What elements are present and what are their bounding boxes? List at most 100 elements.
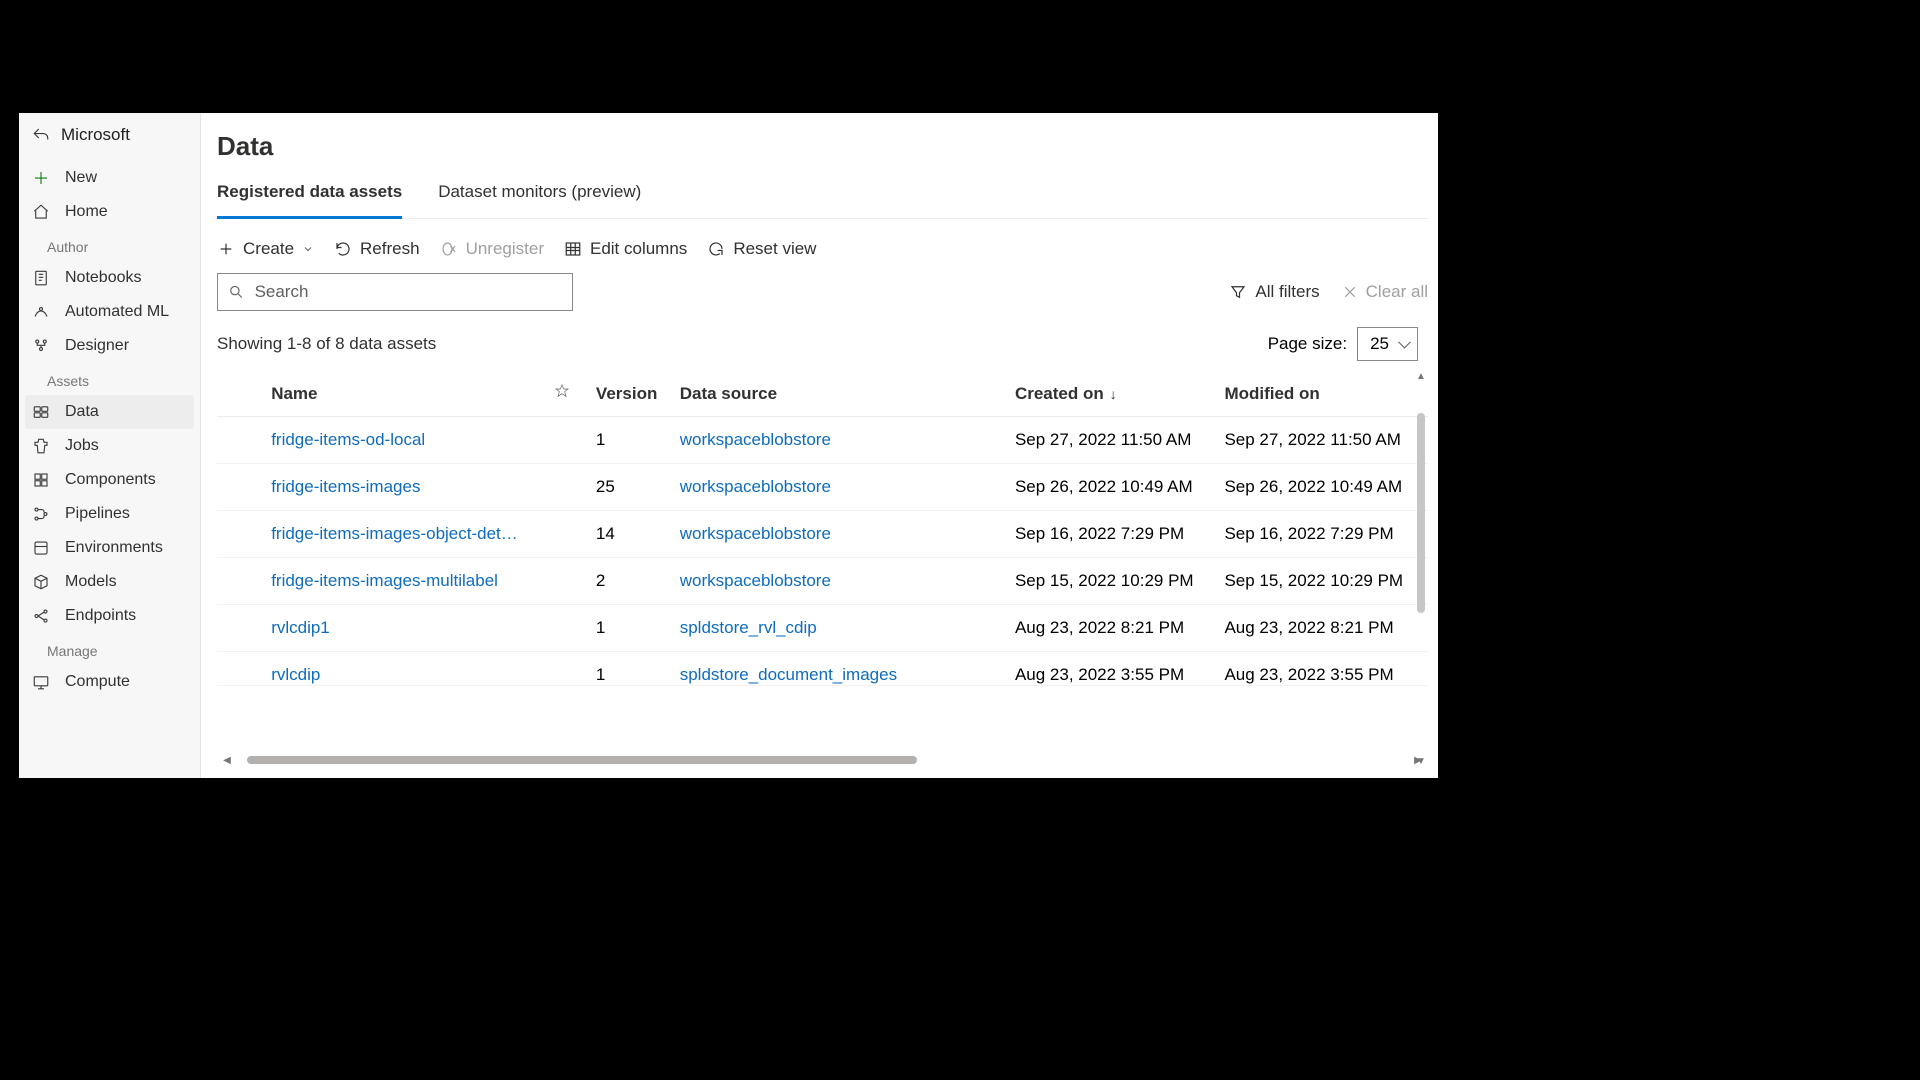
- filters-row: All filters Clear all: [217, 273, 1428, 311]
- clear-all-button[interactable]: Clear all: [1342, 282, 1428, 302]
- cell-favorite[interactable]: [548, 417, 590, 464]
- table-row[interactable]: fridge-items-images-multilabel2workspace…: [217, 558, 1428, 605]
- search-box[interactable]: [217, 273, 573, 311]
- toolbar-label: Reset view: [733, 239, 816, 259]
- row-checkbox[interactable]: [217, 511, 265, 558]
- page-size-control: Page size: 25: [1268, 327, 1418, 361]
- search-input[interactable]: [255, 282, 562, 302]
- cell-favorite[interactable]: [548, 652, 590, 686]
- close-icon: [1342, 284, 1358, 300]
- all-filters-button[interactable]: All filters: [1229, 282, 1319, 302]
- asset-name-link[interactable]: rvlcdip: [271, 665, 320, 684]
- data-source-link[interactable]: spldstore_document_images: [680, 665, 897, 684]
- back-icon: [31, 125, 51, 145]
- page-size-select[interactable]: 25: [1357, 327, 1418, 361]
- tab-bar: Registered data assets Dataset monitors …: [217, 172, 1428, 219]
- sidebar-item-label: Home: [65, 203, 108, 221]
- sidebar-item-compute[interactable]: Compute: [19, 665, 200, 699]
- asset-name-link[interactable]: fridge-items-images-object-det…: [271, 524, 518, 543]
- cell-modified-on: Aug 23, 2022 3:55 PM: [1218, 652, 1428, 686]
- sidebar-item-jobs[interactable]: Jobs: [19, 429, 200, 463]
- data-icon: [31, 402, 51, 422]
- row-checkbox[interactable]: [217, 417, 265, 464]
- table-row[interactable]: fridge-items-images-object-det…14workspa…: [217, 511, 1428, 558]
- sidebar-item-new[interactable]: New: [19, 161, 200, 195]
- row-checkbox[interactable]: [217, 464, 265, 511]
- row-checkbox[interactable]: [217, 605, 265, 652]
- edit-columns-button[interactable]: Edit columns: [564, 239, 687, 259]
- unregister-button[interactable]: Unregister: [440, 239, 544, 259]
- sidebar-item-notebooks[interactable]: Notebooks: [19, 261, 200, 295]
- scrollbar-thumb[interactable]: [1417, 413, 1425, 613]
- star-icon: [554, 383, 570, 399]
- sidebar-item-components[interactable]: Components: [19, 463, 200, 497]
- col-favorite[interactable]: [548, 371, 590, 417]
- col-created-on[interactable]: Created on↓: [1009, 371, 1219, 417]
- cell-modified-on: Sep 16, 2022 7:29 PM: [1218, 511, 1428, 558]
- sidebar-item-endpoints[interactable]: Endpoints: [19, 599, 200, 633]
- sidebar-item-label: Designer: [65, 337, 129, 355]
- cell-name: rvlcdip: [265, 652, 548, 686]
- row-checkbox[interactable]: [217, 558, 265, 605]
- automl-icon: [31, 302, 51, 322]
- home-icon: [31, 202, 51, 222]
- asset-name-link[interactable]: fridge-items-images: [271, 477, 420, 496]
- sidebar-item-data[interactable]: Data: [25, 395, 194, 429]
- refresh-button[interactable]: Refresh: [334, 239, 420, 259]
- data-source-link[interactable]: workspaceblobstore: [680, 524, 831, 543]
- cell-favorite[interactable]: [548, 511, 590, 558]
- cell-version: 1: [590, 605, 674, 652]
- cell-created-on: Sep 15, 2022 10:29 PM: [1009, 558, 1219, 605]
- vertical-scrollbar[interactable]: ▲ ▼: [1414, 371, 1428, 768]
- data-source-link[interactable]: workspaceblobstore: [680, 477, 831, 496]
- asset-name-link[interactable]: fridge-items-od-local: [271, 430, 425, 449]
- table-row[interactable]: rvlcdip11spldstore_rvl_cdipAug 23, 2022 …: [217, 605, 1428, 652]
- scroll-right-icon[interactable]: ▶: [1412, 754, 1424, 766]
- col-modified-on[interactable]: Modified on: [1218, 371, 1428, 417]
- tab-registered-data-assets[interactable]: Registered data assets: [217, 172, 402, 219]
- workspace-switcher[interactable]: Microsoft: [19, 113, 200, 161]
- cell-name: fridge-items-images: [265, 464, 548, 511]
- scrollbar-thumb[interactable]: [247, 756, 917, 764]
- compute-icon: [31, 672, 51, 692]
- col-checkbox[interactable]: [217, 371, 265, 417]
- cell-created-on: Sep 16, 2022 7:29 PM: [1009, 511, 1219, 558]
- sidebar-item-pipelines[interactable]: Pipelines: [19, 497, 200, 531]
- col-version[interactable]: Version: [590, 371, 674, 417]
- reset-view-button[interactable]: Reset view: [707, 239, 816, 259]
- scroll-left-icon[interactable]: ◀: [221, 754, 233, 766]
- col-data-source[interactable]: Data source: [674, 371, 1009, 417]
- sidebar-item-label: Pipelines: [65, 505, 130, 523]
- sidebar-item-label: Compute: [65, 673, 130, 691]
- asset-name-link[interactable]: rvlcdip1: [271, 618, 330, 637]
- sidebar-item-automated-ml[interactable]: Automated ML: [19, 295, 200, 329]
- toolbar: Create Refresh Unregister Edit columns R…: [217, 229, 1428, 273]
- data-source-link[interactable]: workspaceblobstore: [680, 571, 831, 590]
- toolbar-label: Unregister: [466, 239, 544, 259]
- cell-favorite[interactable]: [548, 558, 590, 605]
- horizontal-scrollbar[interactable]: ◀ ▶: [221, 754, 1424, 766]
- designer-icon: [31, 336, 51, 356]
- sidebar-item-environments[interactable]: Environments: [19, 531, 200, 565]
- row-checkbox[interactable]: [217, 652, 265, 686]
- plus-icon: [31, 168, 51, 188]
- cell-favorite[interactable]: [548, 605, 590, 652]
- sidebar-item-designer[interactable]: Designer: [19, 329, 200, 363]
- table-row[interactable]: rvlcdip1spldstore_document_imagesAug 23,…: [217, 652, 1428, 686]
- table-row[interactable]: fridge-items-images25workspaceblobstoreS…: [217, 464, 1428, 511]
- cell-name: fridge-items-od-local: [265, 417, 548, 464]
- asset-name-link[interactable]: fridge-items-images-multilabel: [271, 571, 498, 590]
- sidebar-item-home[interactable]: Home: [19, 195, 200, 229]
- tab-dataset-monitors[interactable]: Dataset monitors (preview): [438, 172, 641, 218]
- page-size-label: Page size:: [1268, 334, 1347, 354]
- col-name[interactable]: Name: [265, 371, 548, 417]
- scroll-up-icon[interactable]: ▲: [1414, 371, 1428, 383]
- cell-name: fridge-items-images-object-det…: [265, 511, 548, 558]
- data-source-link[interactable]: workspaceblobstore: [680, 430, 831, 449]
- notebook-icon: [31, 268, 51, 288]
- data-source-link[interactable]: spldstore_rvl_cdip: [680, 618, 817, 637]
- table-row[interactable]: fridge-items-od-local1workspaceblobstore…: [217, 417, 1428, 464]
- sidebar-item-models[interactable]: Models: [19, 565, 200, 599]
- create-button[interactable]: Create: [217, 239, 314, 259]
- cell-favorite[interactable]: [548, 464, 590, 511]
